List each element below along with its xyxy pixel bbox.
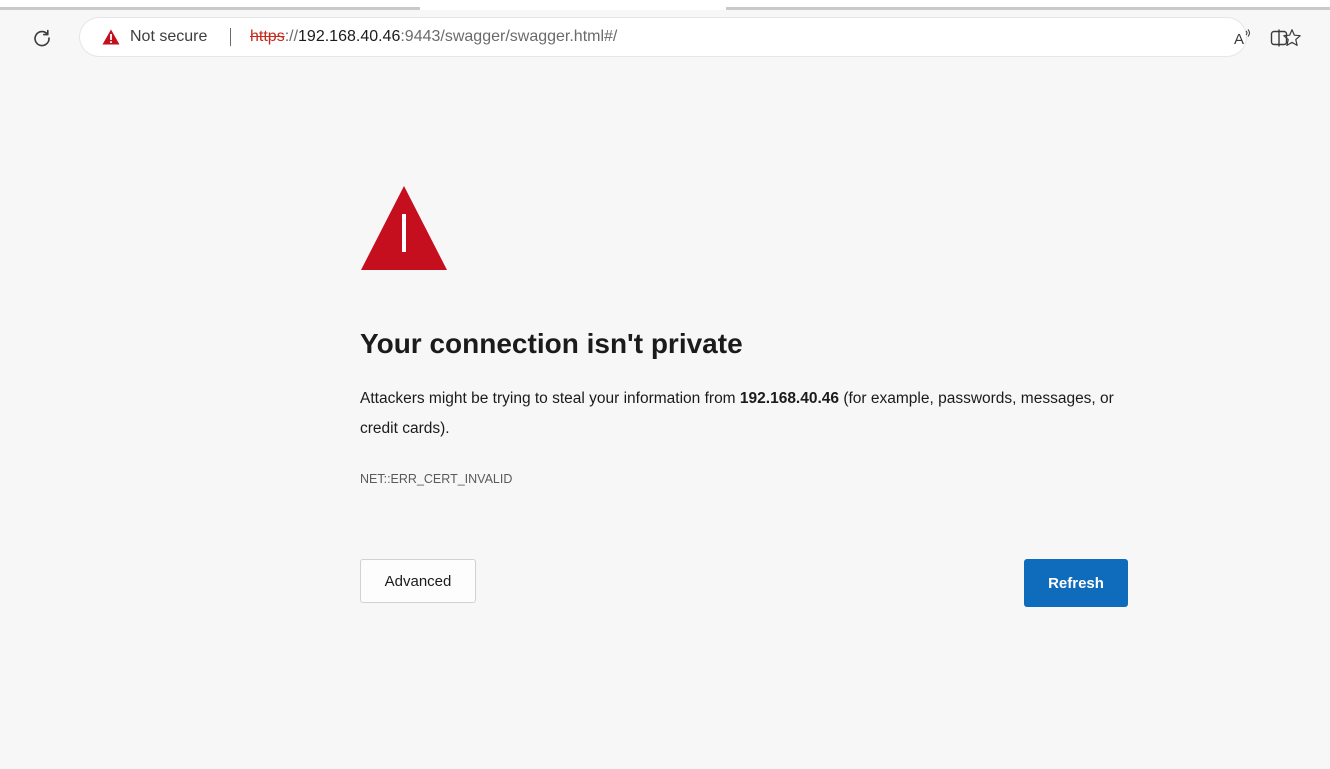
svg-text:A: A — [1234, 31, 1244, 48]
reload-button[interactable] — [26, 22, 58, 54]
description-host: 192.168.40.46 — [739, 390, 840, 407]
browser-toolbar: Not secure https://192.168.40.46:9443/sw… — [0, 10, 1330, 62]
error-page: Your connection isn't private Attackers … — [0, 62, 1330, 769]
read-aloud-button[interactable]: A — [1228, 22, 1260, 54]
url-scheme: https — [250, 28, 285, 45]
refresh-button[interactable]: Refresh — [1024, 559, 1128, 607]
reload-icon — [34, 29, 50, 47]
url-path: :9443/swagger/swagger.html#/ — [400, 28, 618, 45]
error-code: NET::ERR_CERT_INVALID — [360, 472, 513, 486]
split-screen-icon — [1270, 29, 1288, 47]
address-separator — [230, 28, 231, 46]
warning-icon — [361, 186, 447, 270]
url-separator: :// — [284, 28, 299, 45]
advanced-button[interactable]: Advanced — [360, 559, 476, 603]
security-status-label[interactable]: Not secure — [130, 18, 207, 56]
error-description: Attackers might be trying to steal your … — [360, 384, 1140, 444]
read-aloud-icon: A — [1234, 29, 1250, 48]
description-text-start: Attackers might be trying to steal your … — [360, 390, 740, 407]
url-host: 192.168.40.46 — [298, 28, 401, 45]
split-screen-button[interactable] — [1263, 22, 1295, 54]
url-text[interactable]: https://192.168.40.46:9443/swagger/swagg… — [250, 18, 617, 56]
page-title: Your connection isn't private — [360, 328, 743, 359]
address-bar[interactable]: Not secure https://192.168.40.46:9443/sw… — [80, 18, 1301, 56]
warning-icon[interactable] — [102, 29, 120, 45]
tab-strip — [0, 0, 1330, 10]
